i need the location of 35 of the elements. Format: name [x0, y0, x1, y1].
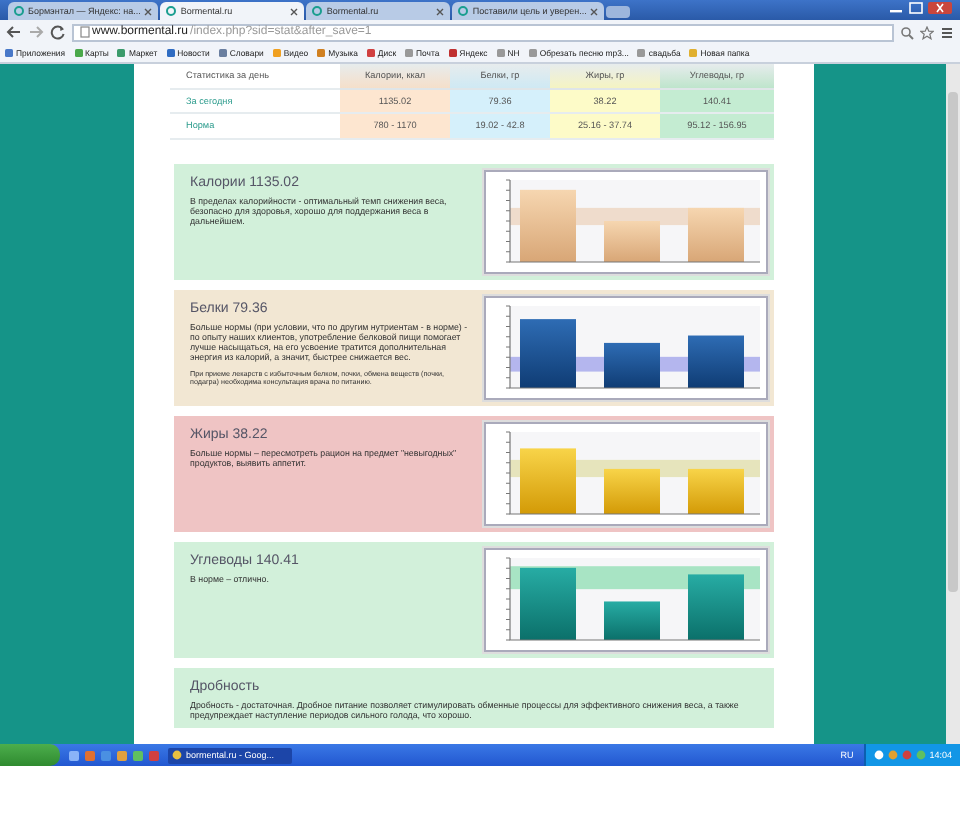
bookmark-icon	[688, 48, 699, 58]
bookmark-icon	[404, 48, 415, 58]
bookmark-icon	[165, 48, 176, 58]
bookmark-icon	[527, 48, 538, 58]
bookmark-icon	[217, 48, 228, 58]
page-icon	[80, 26, 90, 38]
bookmark-icon	[636, 48, 647, 58]
close-icon[interactable]	[290, 7, 299, 15]
reload-icon[interactable]	[50, 24, 66, 40]
bookmark-icon	[447, 48, 458, 58]
favicon-icon	[312, 6, 323, 16]
star-icon[interactable]	[920, 25, 934, 39]
close-icon[interactable]	[928, 2, 952, 14]
start-button[interactable]	[0, 744, 60, 766]
new-tab-button[interactable]	[606, 6, 631, 18]
forward-icon[interactable]	[28, 24, 44, 40]
bookmark-icon	[271, 48, 282, 58]
maximize-icon[interactable]	[908, 2, 924, 14]
close-icon[interactable]	[590, 7, 599, 15]
bookmark-icon	[4, 48, 14, 58]
back-icon[interactable]	[6, 24, 22, 40]
favicon-icon	[166, 6, 177, 16]
bookmark-icon	[116, 48, 127, 58]
bookmark-icon	[365, 48, 376, 58]
favicon-icon	[14, 6, 24, 16]
favicon-icon	[458, 6, 469, 16]
bookmark-icon	[73, 48, 83, 58]
scrollbar[interactable]	[946, 64, 960, 744]
close-icon[interactable]	[144, 7, 153, 15]
bookmark-icon	[316, 48, 327, 58]
bookmark-icon	[495, 48, 506, 58]
close-icon[interactable]	[436, 7, 445, 15]
browser-icon	[172, 750, 182, 760]
zoom-icon[interactable]	[900, 25, 914, 39]
menu-icon[interactable]	[940, 25, 954, 39]
